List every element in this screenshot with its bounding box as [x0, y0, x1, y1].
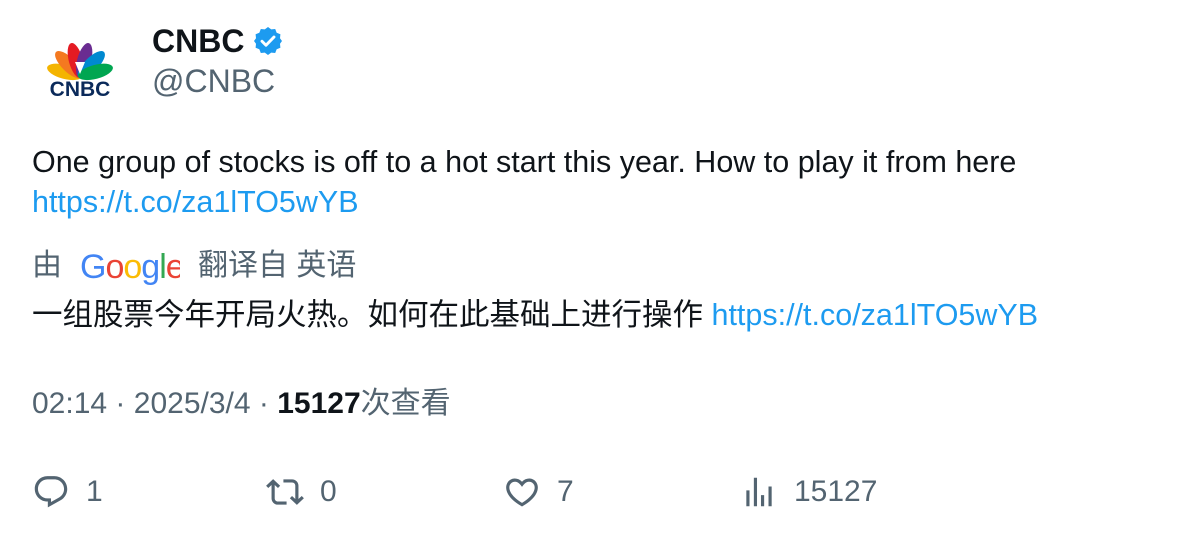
display-name[interactable]: CNBC [152, 22, 244, 60]
translated-link[interactable]: https://t.co/za1lTO5wYB [711, 298, 1038, 332]
like-button[interactable]: 7 [503, 468, 574, 516]
tweet-date[interactable]: 2025/3/4 [134, 387, 251, 420]
heart-icon [506, 478, 538, 507]
reply-count: 1 [86, 475, 103, 508]
svg-text:Google: Google [80, 248, 180, 286]
retweet-icon [266, 479, 304, 505]
views-action-count: 15127 [794, 475, 878, 508]
verified-badge-icon [252, 25, 284, 57]
avatar[interactable]: CNBC [32, 20, 128, 116]
analytics-icon [746, 477, 772, 507]
author-handle[interactable]: @CNBC [152, 62, 275, 100]
tweet-meta: 02:14 · 2025/3/4 · 15127次查看 [32, 384, 451, 424]
views-label: 次查看 [360, 387, 451, 420]
meta-separator: · [115, 387, 126, 420]
avatar-logo-text: CNBC [50, 78, 111, 101]
translated-text: 一组股票今年开局火热。如何在此基础上进行操作 https://t.co/za1l… [32, 295, 1172, 335]
tweet-link[interactable]: https://t.co/za1lTO5wYB [32, 185, 359, 219]
google-logo: Google [80, 246, 185, 286]
reply-icon [34, 476, 68, 508]
views-button[interactable]: 15127 [740, 468, 877, 516]
tweet-time[interactable]: 02:14 [32, 387, 107, 420]
tweet-text: One group of stocks is off to a hot star… [32, 142, 1162, 222]
tweet-body: One group of stocks is off to a hot star… [32, 145, 1017, 179]
translation-attribution: 由 Google 翻译自 英语 [32, 246, 356, 286]
cnbc-peacock-logo: CNBC [47, 43, 113, 101]
translated-by-label: 由 [32, 249, 62, 282]
retweet-button[interactable]: 0 [266, 468, 337, 516]
reply-button[interactable]: 1 [32, 468, 103, 516]
author-name-row[interactable]: CNBC [152, 22, 284, 60]
meta-separator: · [258, 387, 269, 420]
like-count: 7 [557, 475, 574, 508]
views-count: 15127 [277, 387, 361, 420]
retweet-count: 0 [320, 475, 337, 508]
translated-from-label[interactable]: 翻译自 英语 [198, 246, 356, 286]
translated-body: 一组股票今年开局火热。如何在此基础上进行操作 [32, 298, 703, 332]
action-bar: 1 0 7 15127 [0, 468, 1196, 516]
